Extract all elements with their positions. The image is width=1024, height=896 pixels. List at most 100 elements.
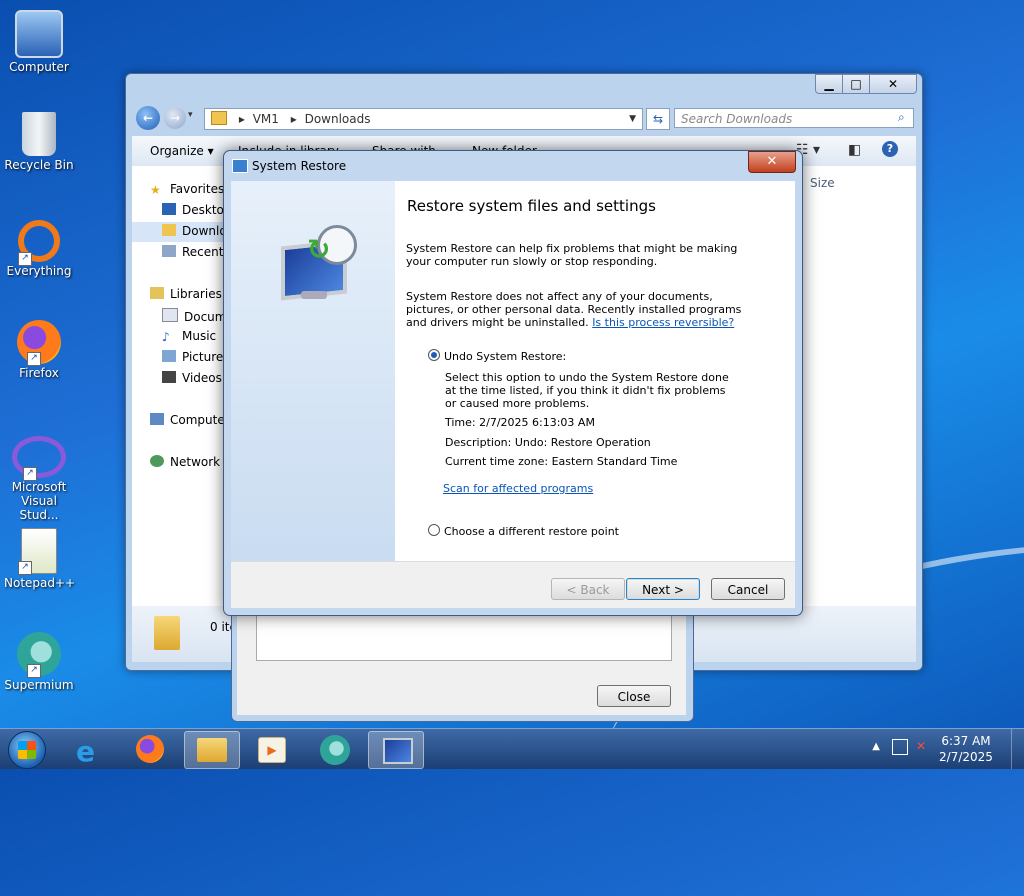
nav-recent-places[interactable]: Recent Places — [162, 245, 224, 259]
taskbar-firefox[interactable] — [124, 731, 178, 767]
intro-paragraph: System Restore can help fix problems tha… — [406, 242, 738, 268]
star-icon: ★ — [150, 183, 161, 197]
undo-restore-option[interactable]: Undo System Restore: — [428, 349, 566, 363]
taskbar-explorer[interactable] — [184, 731, 240, 769]
desktop-icon-notepadpp[interactable]: ↗ Notepad++ — [4, 528, 76, 590]
folder-icon — [211, 111, 227, 125]
background-dialog: Close — [231, 600, 694, 722]
breadcrumb-downloads[interactable]: Downloads — [305, 112, 371, 126]
visual-studio-icon: ↗ — [12, 436, 66, 481]
organize-button[interactable]: Organize ▾ — [150, 144, 214, 158]
nav-network[interactable]: Network — [150, 455, 220, 469]
documents-icon — [162, 308, 178, 322]
info-paragraph: System Restore does not affect any of yo… — [406, 290, 742, 329]
restore-timezone: Current time zone: Eastern Standard Time — [445, 455, 678, 468]
back-arrow-icon[interactable]: ← — [136, 106, 160, 130]
computer-icon — [150, 413, 164, 425]
dialog-close-button[interactable]: ✕ — [748, 151, 796, 173]
background-list — [256, 615, 672, 661]
taskbar-ie[interactable]: e — [64, 731, 118, 768]
breadcrumb-sep-icon: ▸ — [238, 112, 245, 126]
recent-dropdown-icon[interactable]: ▾ — [188, 110, 193, 120]
desktop-icon-label: Everything — [6, 264, 72, 278]
close-button[interactable]: ✕ — [869, 74, 917, 94]
taskbar-media-player[interactable]: ▶ — [244, 731, 298, 767]
undo-restore-description: Select this option to undo the System Re… — [445, 371, 729, 410]
start-button[interactable] — [8, 731, 46, 769]
libraries-icon — [150, 287, 164, 299]
back-button[interactable]: < Back — [551, 578, 625, 600]
desktop-icon-visual-studio[interactable]: ↗ Microsoft Visual Stud... — [4, 436, 74, 522]
nav-desktop[interactable]: Desktop — [162, 203, 224, 217]
nav-videos[interactable]: Videos — [162, 371, 222, 385]
column-header-size[interactable]: Size — [810, 176, 835, 190]
nav-downloads[interactable]: Downloads — [162, 224, 224, 238]
nav-libraries[interactable]: Libraries — [150, 287, 222, 301]
windows-logo-icon — [18, 741, 36, 759]
taskbar-system-restore[interactable] — [368, 731, 424, 769]
preview-pane-icon[interactable]: ◧ — [848, 142, 861, 158]
address-dropdown-icon[interactable]: ▼ — [629, 109, 636, 129]
system-restore-icon — [232, 159, 248, 173]
desktop-icon-firefox[interactable]: ↗ Firefox — [4, 320, 74, 380]
dialog-side-panel: ↻ — [231, 181, 395, 561]
folder-icon — [154, 616, 180, 650]
different-restore-point-option[interactable]: Choose a different restore point — [428, 524, 619, 538]
desktop-icon-everything[interactable]: ↗ Everything — [4, 216, 74, 278]
desktop-icon-label: Firefox — [19, 366, 59, 380]
desktop-icon-recycle-bin[interactable]: Recycle Bin — [4, 112, 74, 172]
nav-computer[interactable]: Computer — [150, 413, 224, 427]
forward-arrow-icon[interactable]: → — [164, 107, 186, 129]
dialog-body: ↻ Restore system files and settings Syst… — [231, 181, 795, 608]
scan-affected-programs-link[interactable]: Scan for affected programs — [443, 482, 593, 495]
nav-pictures[interactable]: Pictures — [162, 350, 224, 364]
system-restore-icon — [383, 738, 413, 764]
notepadpp-icon: ↗ — [18, 528, 57, 575]
search-icon: ⌕ — [898, 110, 905, 124]
show-hidden-icons[interactable]: ▲ — [872, 741, 880, 752]
show-desktop-button[interactable] — [1011, 729, 1024, 769]
clock[interactable]: 6:37 AM 2/7/2025 — [936, 733, 996, 765]
taskbar: e ▶ ▲ ✕ 6:37 AM 2/7/2025 — [0, 728, 1024, 769]
desktop-icon-label: Microsoft Visual Stud... — [11, 480, 67, 522]
dialog-content: Restore system files and settings System… — [406, 181, 795, 561]
network-tray-icon[interactable] — [892, 739, 908, 755]
nav-music[interactable]: ♪ Music — [162, 329, 216, 344]
help-icon[interactable]: ? — [882, 141, 898, 157]
music-icon: ♪ — [162, 330, 170, 344]
recent-places-icon — [162, 245, 176, 257]
recycle-bin-icon — [22, 112, 56, 156]
undo-restore-radio[interactable] — [428, 349, 440, 361]
next-button[interactable]: Next > — [626, 578, 700, 600]
desktop-icon-label: Notepad++ — [4, 576, 76, 590]
search-input[interactable]: Search Downloads — [674, 108, 914, 128]
desktop-icon-supermium[interactable]: ↗ Supermium — [4, 632, 74, 692]
refresh-icon[interactable]: ⇆ — [646, 108, 670, 130]
address-bar[interactable]: ▸ VM1 ▸ Downloads ▼ — [204, 108, 643, 130]
restore-description: Description: Undo: Restore Operation — [445, 436, 651, 449]
supermium-icon — [320, 735, 350, 765]
navigation-pane: ★Favorites Desktop Downloads Recent Plac… — [132, 166, 225, 606]
reversible-link[interactable]: Is this process reversible? — [592, 316, 734, 329]
desktop-icon — [162, 203, 176, 215]
supermium-icon: ↗ — [17, 632, 61, 678]
monitor-clock-icon: ↻ — [267, 225, 357, 305]
computer-icon — [15, 10, 63, 58]
maximize-button[interactable]: □ — [842, 74, 870, 94]
breadcrumb-sep-icon: ▸ — [290, 112, 297, 126]
nav-favorites[interactable]: ★ Favorites — [150, 182, 224, 197]
different-restore-point-radio[interactable] — [428, 524, 440, 536]
cancel-button[interactable]: Cancel — [711, 578, 785, 600]
close-button[interactable]: Close — [597, 685, 671, 707]
breadcrumb-vm1[interactable]: VM1 — [253, 112, 279, 126]
nav-documents[interactable]: Documents — [162, 308, 224, 324]
minimize-button[interactable]: ▁ — [815, 74, 843, 94]
internet-explorer-icon: e — [76, 735, 95, 768]
taskbar-supermium[interactable] — [308, 731, 362, 767]
system-restore-dialog: System Restore ✕ ↻ Restore system files … — [223, 150, 803, 616]
volume-muted-icon[interactable]: ✕ — [916, 739, 930, 753]
dialog-title: System Restore — [252, 159, 347, 173]
desktop-icon-computer[interactable]: Computer — [4, 10, 74, 74]
desktop-icon-label: Recycle Bin — [4, 158, 74, 172]
everything-icon: ↗ — [18, 220, 60, 266]
